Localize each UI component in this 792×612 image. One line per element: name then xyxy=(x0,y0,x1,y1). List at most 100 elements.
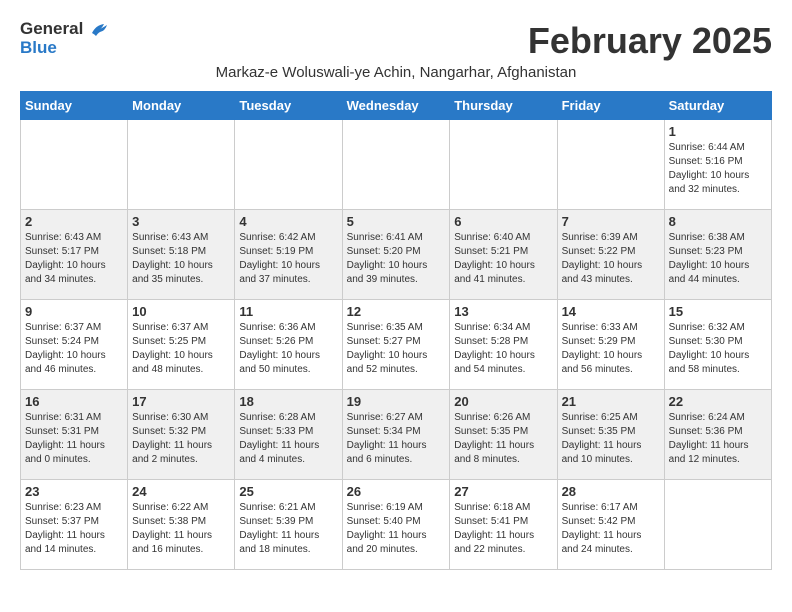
day-info: Sunrise: 6:22 AM Sunset: 5:38 PM Dayligh… xyxy=(132,501,230,557)
calendar-cell xyxy=(128,120,235,210)
day-number: 10 xyxy=(132,304,230,319)
day-number: 13 xyxy=(454,304,552,319)
logo-blue-text: Blue xyxy=(20,39,57,58)
calendar-cell: 14Sunrise: 6:33 AM Sunset: 5:29 PM Dayli… xyxy=(557,300,664,390)
weekday-header-monday: Monday xyxy=(128,92,235,120)
calendar-cell: 5 Sunrise: 6:41 AM Sunset: 5:20 PM Daylig… xyxy=(342,210,450,300)
calendar-cell: 8 Sunrise: 6:38 AM Sunset: 5:23 PM Daylig… xyxy=(664,210,771,300)
logo: General Blue xyxy=(20,20,108,57)
calendar-cell xyxy=(342,120,450,210)
calendar-cell: 11 Sunrise: 6:36 AM Sunset: 5:26 PM Dayli… xyxy=(235,300,342,390)
day-number: 1 xyxy=(669,124,767,139)
day-info: Sunrise: 6:34 AM Sunset: 5:28 PM Dayligh… xyxy=(454,321,552,377)
day-number: 28 xyxy=(562,484,660,499)
day-info: Sunrise: 6:23 AM Sunset: 5:37 PM Dayligh… xyxy=(25,501,123,557)
day-info: Sunrise: 6:43 AM Sunset: 5:17 PM Dayligh… xyxy=(25,231,123,287)
day-number: 9 xyxy=(25,304,123,319)
calendar-cell xyxy=(21,120,128,210)
calendar-week-row-3: 9Sunrise: 6:37 AM Sunset: 5:24 PM Daylig… xyxy=(21,300,772,390)
calendar-cell: 13 Sunrise: 6:34 AM Sunset: 5:28 PM Dayli… xyxy=(450,300,557,390)
calendar-cell: 16 Sunrise: 6:31 AM Sunset: 5:31 PM Dayli… xyxy=(21,390,128,480)
day-number: 4 xyxy=(239,214,337,229)
calendar-cell: 15 Sunrise: 6:32 AM Sunset: 5:30 PM Dayli… xyxy=(664,300,771,390)
day-number: 18 xyxy=(239,394,337,409)
day-info: Sunrise: 6:21 AM Sunset: 5:39 PM Dayligh… xyxy=(239,501,337,557)
day-number: 2 xyxy=(25,214,123,229)
month-title: February 2025 xyxy=(528,20,772,62)
day-number: 11 xyxy=(239,304,337,319)
calendar-cell: 2 Sunrise: 6:43 AM Sunset: 5:17 PM Daylig… xyxy=(21,210,128,300)
day-info: Sunrise: 6:36 AM Sunset: 5:26 PM Dayligh… xyxy=(239,321,337,377)
day-number: 24 xyxy=(132,484,230,499)
day-number: 15 xyxy=(669,304,767,319)
day-info: Sunrise: 6:32 AM Sunset: 5:30 PM Dayligh… xyxy=(669,321,767,377)
weekday-header-wednesday: Wednesday xyxy=(342,92,450,120)
day-number: 16 xyxy=(25,394,123,409)
day-number: 5 xyxy=(347,214,446,229)
calendar-cell: 28 Sunrise: 6:17 AM Sunset: 5:42 PM Dayli… xyxy=(557,480,664,570)
day-info: Sunrise: 6:43 AM Sunset: 5:18 PM Dayligh… xyxy=(132,231,230,287)
calendar-cell: 12 Sunrise: 6:35 AM Sunset: 5:27 PM Dayli… xyxy=(342,300,450,390)
calendar-cell xyxy=(235,120,342,210)
calendar-cell: 20Sunrise: 6:26 AM Sunset: 5:35 PM Dayli… xyxy=(450,390,557,480)
day-info: Sunrise: 6:17 AM Sunset: 5:42 PM Dayligh… xyxy=(562,501,660,557)
calendar-cell: 19Sunrise: 6:27 AM Sunset: 5:34 PM Dayli… xyxy=(342,390,450,480)
day-info: Sunrise: 6:38 AM Sunset: 5:23 PM Dayligh… xyxy=(669,231,767,287)
day-number: 3 xyxy=(132,214,230,229)
calendar-cell: 17Sunrise: 6:30 AM Sunset: 5:32 PM Dayli… xyxy=(128,390,235,480)
calendar-cell: 23 Sunrise: 6:23 AM Sunset: 5:37 PM Dayli… xyxy=(21,480,128,570)
calendar-table: SundayMondayTuesdayWednesdayThursdayFrid… xyxy=(20,91,772,570)
day-info: Sunrise: 6:19 AM Sunset: 5:40 PM Dayligh… xyxy=(347,501,446,557)
day-info: Sunrise: 6:33 AM Sunset: 5:29 PM Dayligh… xyxy=(562,321,660,377)
calendar-cell xyxy=(664,480,771,570)
day-info: Sunrise: 6:30 AM Sunset: 5:32 PM Dayligh… xyxy=(132,411,230,467)
weekday-header-thursday: Thursday xyxy=(450,92,557,120)
weekday-header-friday: Friday xyxy=(557,92,664,120)
calendar-cell: 21 Sunrise: 6:25 AM Sunset: 5:35 PM Dayli… xyxy=(557,390,664,480)
calendar-cell: 27 Sunrise: 6:18 AM Sunset: 5:41 PM Dayli… xyxy=(450,480,557,570)
day-info: Sunrise: 6:44 AM Sunset: 5:16 PM Dayligh… xyxy=(669,141,767,197)
weekday-header-row: SundayMondayTuesdayWednesdayThursdayFrid… xyxy=(21,92,772,120)
weekday-header-tuesday: Tuesday xyxy=(235,92,342,120)
day-number: 25 xyxy=(239,484,337,499)
day-info: Sunrise: 6:18 AM Sunset: 5:41 PM Dayligh… xyxy=(454,501,552,557)
day-number: 22 xyxy=(669,394,767,409)
day-info: Sunrise: 6:24 AM Sunset: 5:36 PM Dayligh… xyxy=(669,411,767,467)
day-number: 12 xyxy=(347,304,446,319)
day-number: 20 xyxy=(454,394,552,409)
logo-bird-icon xyxy=(90,23,108,37)
calendar-cell: 4 Sunrise: 6:42 AM Sunset: 5:19 PM Daylig… xyxy=(235,210,342,300)
calendar-cell: 1 Sunrise: 6:44 AM Sunset: 5:16 PM Daylig… xyxy=(664,120,771,210)
calendar-cell xyxy=(557,120,664,210)
calendar-week-row-2: 2 Sunrise: 6:43 AM Sunset: 5:17 PM Daylig… xyxy=(21,210,772,300)
calendar-cell: 10 Sunrise: 6:37 AM Sunset: 5:25 PM Dayli… xyxy=(128,300,235,390)
calendar-cell: 3 Sunrise: 6:43 AM Sunset: 5:18 PM Daylig… xyxy=(128,210,235,300)
day-number: 7 xyxy=(562,214,660,229)
calendar-week-row-5: 23 Sunrise: 6:23 AM Sunset: 5:37 PM Dayli… xyxy=(21,480,772,570)
day-info: Sunrise: 6:28 AM Sunset: 5:33 PM Dayligh… xyxy=(239,411,337,467)
day-info: Sunrise: 6:27 AM Sunset: 5:34 PM Dayligh… xyxy=(347,411,446,467)
day-info: Sunrise: 6:39 AM Sunset: 5:22 PM Dayligh… xyxy=(562,231,660,287)
calendar-week-row-1: 1 Sunrise: 6:44 AM Sunset: 5:16 PM Daylig… xyxy=(21,120,772,210)
calendar-cell: 7 Sunrise: 6:39 AM Sunset: 5:22 PM Daylig… xyxy=(557,210,664,300)
day-number: 8 xyxy=(669,214,767,229)
weekday-header-saturday: Saturday xyxy=(664,92,771,120)
calendar-cell: 18 Sunrise: 6:28 AM Sunset: 5:33 PM Dayli… xyxy=(235,390,342,480)
day-info: Sunrise: 6:40 AM Sunset: 5:21 PM Dayligh… xyxy=(454,231,552,287)
weekday-header-sunday: Sunday xyxy=(21,92,128,120)
title-section: February 2025 xyxy=(528,20,772,62)
day-number: 6 xyxy=(454,214,552,229)
day-info: Sunrise: 6:31 AM Sunset: 5:31 PM Dayligh… xyxy=(25,411,123,467)
day-number: 26 xyxy=(347,484,446,499)
day-info: Sunrise: 6:37 AM Sunset: 5:25 PM Dayligh… xyxy=(132,321,230,377)
day-info: Sunrise: 6:35 AM Sunset: 5:27 PM Dayligh… xyxy=(347,321,446,377)
day-info: Sunrise: 6:42 AM Sunset: 5:19 PM Dayligh… xyxy=(239,231,337,287)
day-number: 21 xyxy=(562,394,660,409)
day-info: Sunrise: 6:41 AM Sunset: 5:20 PM Dayligh… xyxy=(347,231,446,287)
calendar-cell: 9Sunrise: 6:37 AM Sunset: 5:24 PM Daylig… xyxy=(21,300,128,390)
day-info: Sunrise: 6:25 AM Sunset: 5:35 PM Dayligh… xyxy=(562,411,660,467)
calendar-cell: 22 Sunrise: 6:24 AM Sunset: 5:36 PM Dayli… xyxy=(664,390,771,480)
day-number: 27 xyxy=(454,484,552,499)
calendar-cell: 26 Sunrise: 6:19 AM Sunset: 5:40 PM Dayli… xyxy=(342,480,450,570)
day-number: 23 xyxy=(25,484,123,499)
